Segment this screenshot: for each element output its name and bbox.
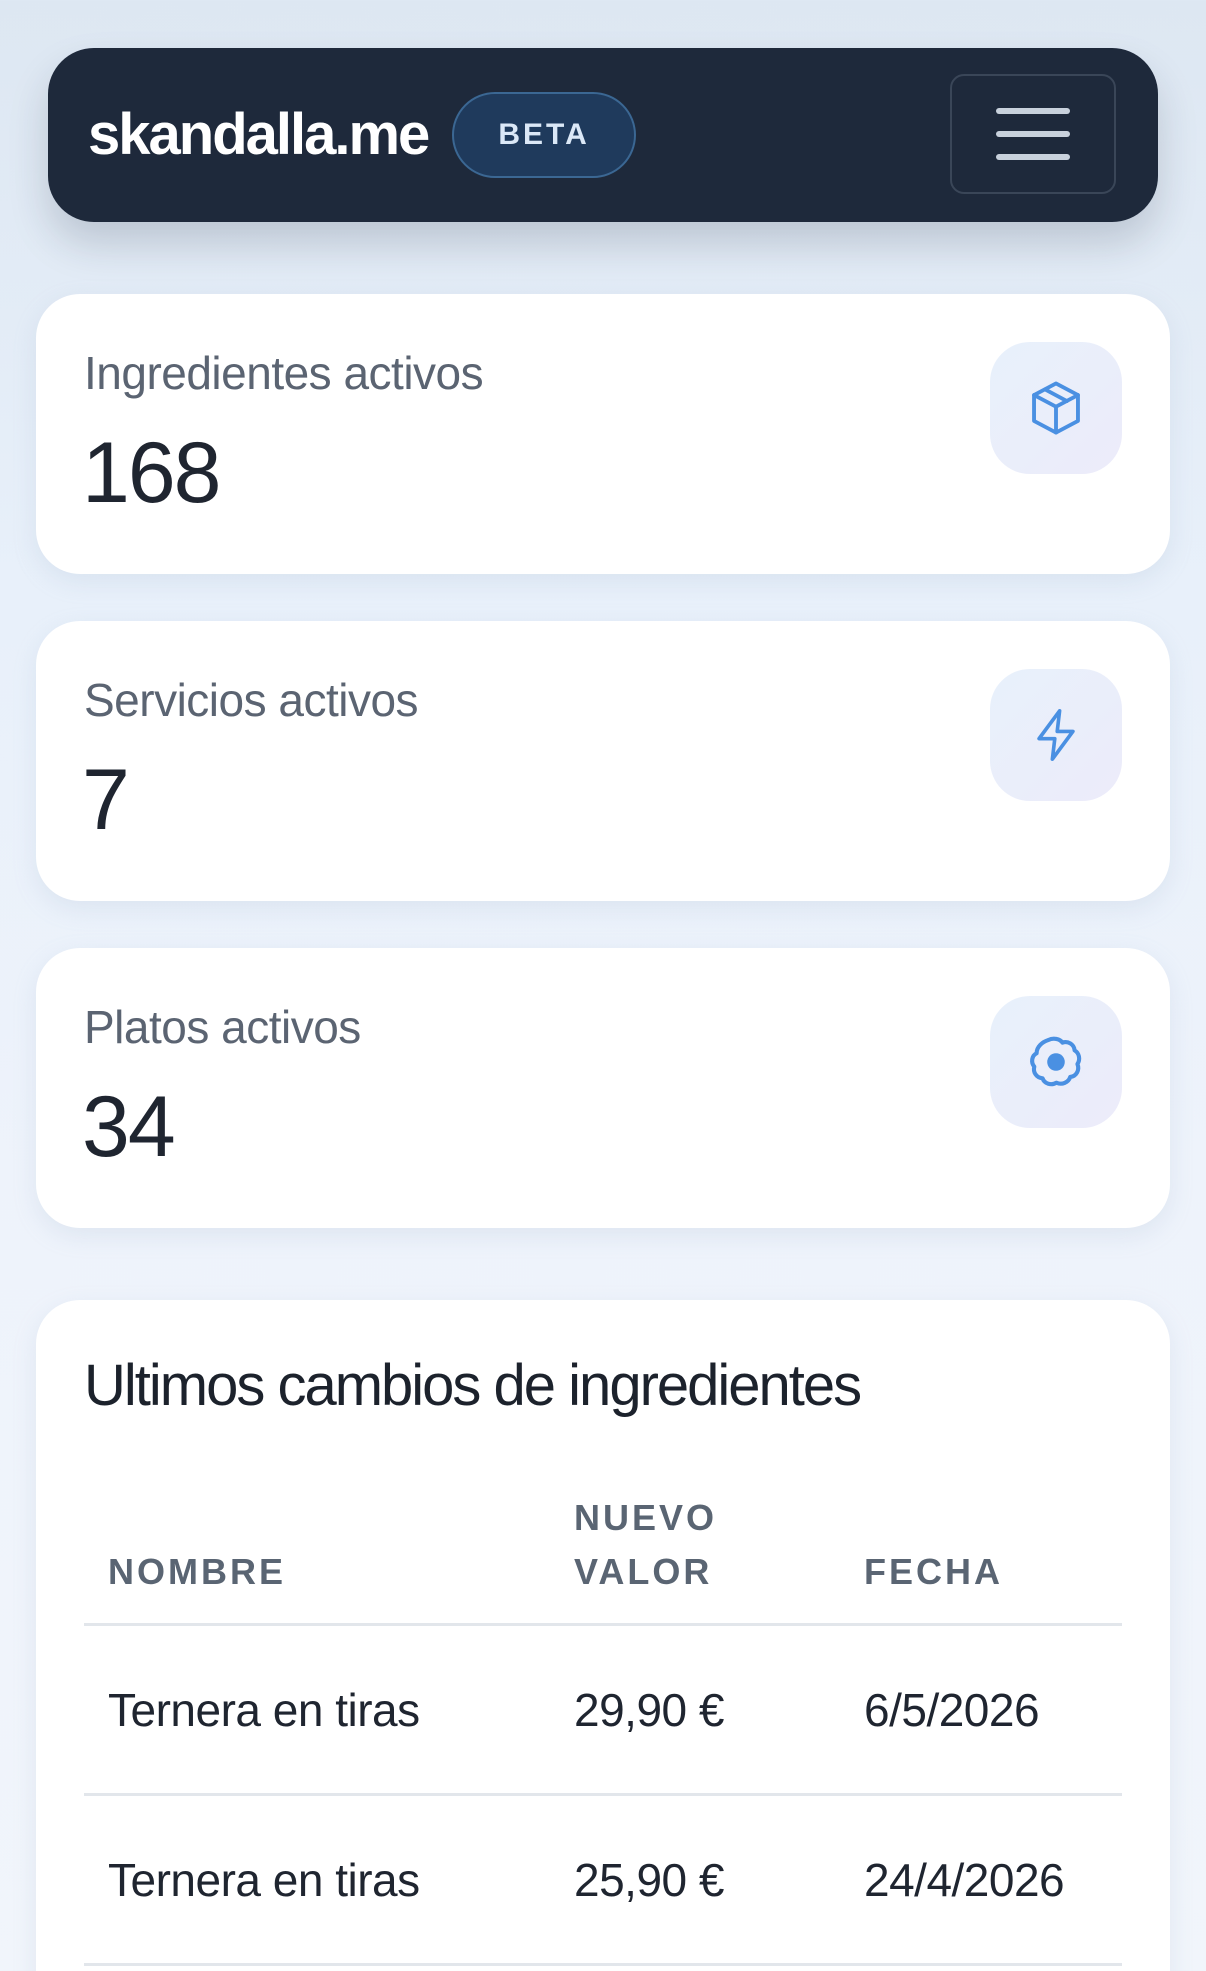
top-navbar: skandalla.me BETA — [48, 48, 1158, 222]
column-header-value-line2: VALOR — [574, 1551, 713, 1592]
cell-value: 25,90 € — [574, 1853, 724, 1906]
section-title: Ultimos cambios de ingredientes — [84, 1353, 862, 1418]
column-header-date: FECHA — [864, 1551, 1003, 1592]
stat-label: Servicios activos — [84, 674, 419, 726]
cell-date: 6/5/2026 — [864, 1683, 1040, 1736]
table-row: Ternera en tiras 25,90 € 24/4/2026 — [84, 1796, 1122, 1966]
bolt-icon — [990, 669, 1122, 801]
column-header-name: NOMBRE — [108, 1551, 286, 1592]
stat-value: 168 — [82, 425, 221, 521]
column-header-value: NUEVO VALOR — [574, 1491, 717, 1599]
brand-logo[interactable]: skandalla.me — [88, 106, 430, 164]
stat-value: 7 — [82, 752, 130, 848]
cell-date: 24/4/2026 — [864, 1853, 1065, 1906]
stat-card-ingredientes: Ingredientes activos 168 — [36, 294, 1170, 574]
stat-card-servicios: Servicios activos 7 — [36, 621, 1170, 901]
ingredient-changes-card: Ultimos cambios de ingredientes NOMBRE N… — [36, 1300, 1170, 1971]
column-header-value-line1: NUEVO — [574, 1497, 718, 1538]
cell-name: Ternera en tiras — [108, 1853, 420, 1906]
table-header: NOMBRE NUEVO VALOR FECHA — [84, 1490, 1122, 1626]
fried-egg-icon — [990, 996, 1122, 1128]
cell-value: 29,90 € — [574, 1683, 724, 1736]
stat-label: Platos activos — [84, 1001, 361, 1053]
cell-name: Ternera en tiras — [108, 1683, 420, 1736]
changes-table: NOMBRE NUEVO VALOR FECHA Ternera en tira… — [84, 1490, 1122, 1966]
stat-value: 34 — [82, 1079, 176, 1175]
stat-label: Ingredientes activos — [84, 347, 484, 399]
menu-toggle-button[interactable] — [950, 74, 1116, 194]
table-row: Ternera en tiras 29,90 € 6/5/2026 — [84, 1626, 1122, 1796]
beta-badge: BETA — [452, 92, 636, 178]
hamburger-icon — [996, 108, 1070, 162]
box-icon — [990, 342, 1122, 474]
stat-card-platos: Platos activos 34 — [36, 948, 1170, 1228]
